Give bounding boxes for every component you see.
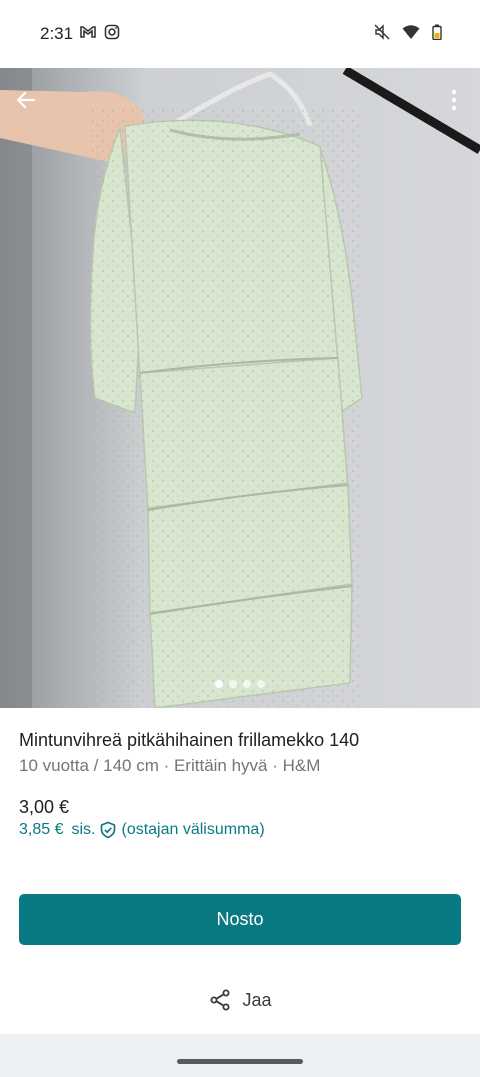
item-info: Mintunvihreä pitkähihainen frillamekko 1… xyxy=(19,728,461,777)
share-icon xyxy=(210,989,230,1011)
item-price: 3,00 € xyxy=(19,797,70,817)
gallery-pagination xyxy=(0,680,480,688)
status-time: 2:31 xyxy=(40,24,74,43)
gmail-icon xyxy=(80,24,96,40)
gallery-dot[interactable] xyxy=(257,680,265,688)
gallery-dot[interactable] xyxy=(215,680,223,688)
buyer-price: 3,85 € xyxy=(19,821,64,838)
item-details: 10 vuotta / 140 cm · Erittäin hyvä · H&M xyxy=(19,756,321,775)
buyer-price-incl: sis. xyxy=(71,821,96,838)
arrow-left-icon xyxy=(16,91,36,109)
mute-icon xyxy=(374,24,390,40)
share-label: Jaa xyxy=(242,989,272,1010)
bottom-strip xyxy=(0,1034,480,1077)
status-right-icons xyxy=(374,24,442,40)
status-left-icons xyxy=(80,24,120,40)
instagram-icon xyxy=(104,24,120,40)
back-button[interactable] xyxy=(10,84,42,116)
battery-icon xyxy=(432,24,442,40)
buyer-price-note: (ostajan välisumma) xyxy=(121,821,265,838)
product-image-gallery[interactable] xyxy=(0,68,480,708)
item-title: Mintunvihreä pitkähihainen frillamekko 1… xyxy=(19,730,360,750)
gallery-dot[interactable] xyxy=(243,680,251,688)
wifi-icon xyxy=(402,24,420,40)
buy-button[interactable]: Nosto xyxy=(19,894,461,945)
shield-check-icon xyxy=(99,821,117,839)
share-button[interactable]: Jaa xyxy=(0,985,480,1015)
product-photo xyxy=(0,68,480,708)
more-vertical-icon xyxy=(451,89,457,111)
gesture-navigation-bar[interactable] xyxy=(177,1059,303,1064)
buyer-price-row[interactable]: 3,85 € sis. (ostajan välisumma) xyxy=(19,821,265,839)
gallery-dot[interactable] xyxy=(229,680,237,688)
status-bar: 2:31 xyxy=(0,0,480,68)
more-options-button[interactable] xyxy=(442,84,466,116)
